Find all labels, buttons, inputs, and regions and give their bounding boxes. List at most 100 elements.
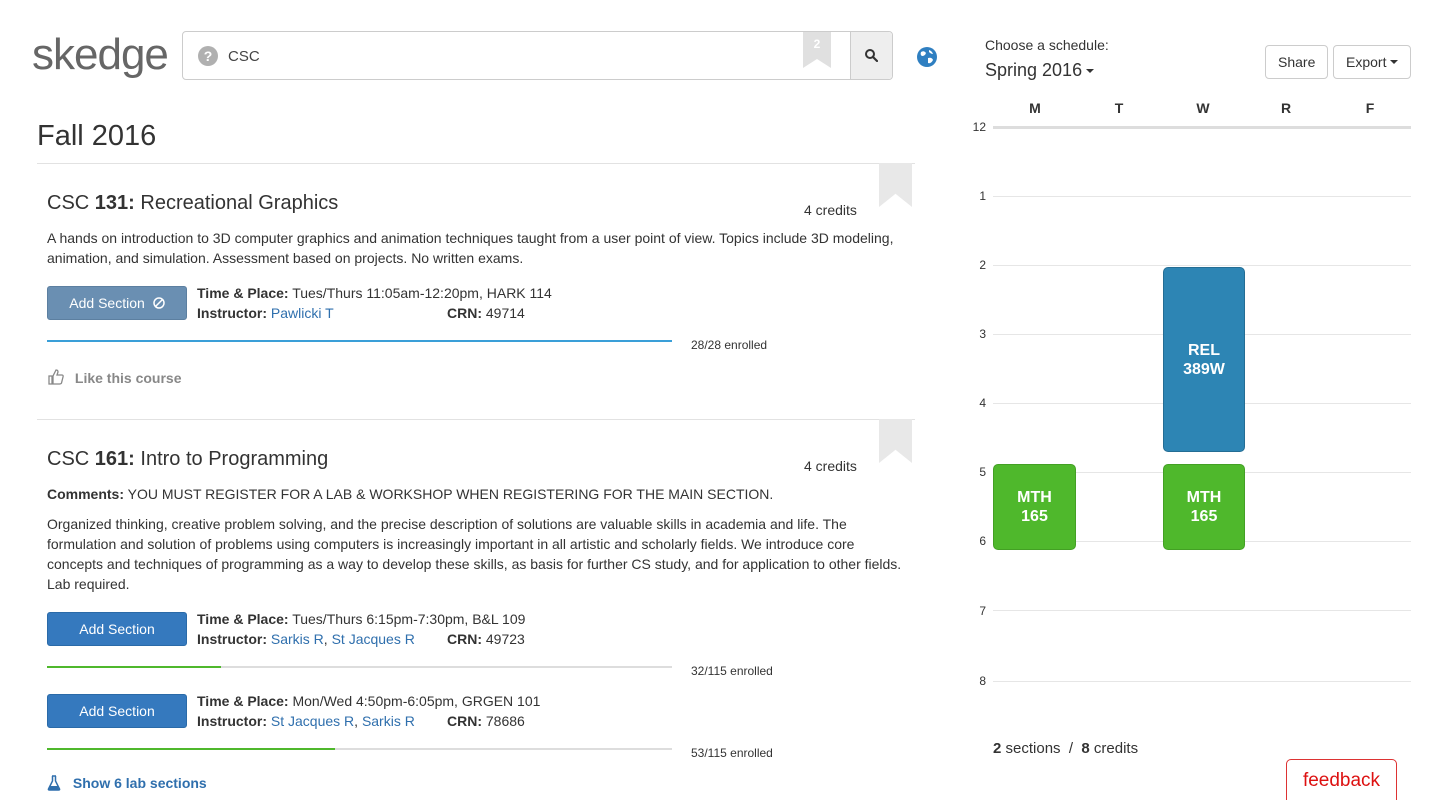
bookmark-course-icon[interactable] (879, 163, 912, 207)
semester-heading: Fall 2016 (37, 120, 157, 152)
hour-label: 6 (979, 534, 986, 548)
export-label: Export (1346, 54, 1387, 70)
credits-count: 8 (1081, 740, 1090, 757)
help-icon[interactable]: ? (198, 46, 218, 66)
time-label: Time & Place: (197, 611, 289, 627)
course-description: Organized thinking, creative problem sol… (47, 516, 902, 592)
divider (37, 163, 915, 164)
add-section-label: Add Section (69, 295, 145, 311)
globe-icon[interactable] (916, 46, 938, 68)
hour-label: 8 (979, 674, 986, 688)
section-info: Time & Place: Tues/Thurs 6:15pm-7:30pm, … (197, 611, 526, 647)
like-course-button[interactable]: Like this course (47, 368, 181, 386)
bookmark-icon[interactable]: 2 (803, 32, 831, 68)
block-course-dept: MTH (1017, 489, 1052, 506)
time-label: Time & Place: (197, 285, 289, 301)
schedule-selected: Spring 2016 (985, 60, 1083, 80)
feedback-button[interactable]: feedback (1286, 759, 1397, 800)
export-button[interactable]: Export (1333, 45, 1412, 79)
schedule-totals: 2 sections / 8 credits (993, 740, 1138, 757)
crn-label: CRN: (447, 631, 482, 647)
schedule-dropdown[interactable]: Spring 2016 (985, 60, 1095, 81)
hour-label: 4 (979, 396, 986, 410)
course-comments: Comments: YOU MUST REGISTER FOR A LAB & … (47, 484, 907, 504)
day-header: W (1196, 100, 1210, 116)
sections-label: sections (1005, 740, 1061, 757)
block-course-number: 389W (1183, 360, 1225, 378)
search-icon (865, 49, 878, 62)
choose-schedule-label: Choose a schedule: (985, 37, 1109, 53)
time-place: Tues/Thurs 6:15pm-7:30pm, B&L 109 (292, 611, 526, 627)
instructor-link[interactable]: Sarkis R (362, 713, 415, 729)
block-course-dept: REL (1188, 341, 1220, 359)
hour-label: 7 (979, 604, 986, 618)
crn-value: 78686 (485, 713, 525, 729)
schedule-block-mth-165[interactable]: MTH 165 (993, 464, 1076, 550)
search-button[interactable] (850, 32, 892, 79)
search-bar[interactable]: ? CSC 2 (182, 31, 893, 80)
grid-line (993, 681, 1411, 682)
caret-down-icon (1086, 69, 1095, 73)
day-header: R (1280, 100, 1292, 116)
crn-label: CRN: (447, 713, 482, 729)
hour-label: 2 (979, 258, 986, 272)
credits-label: credits (1093, 740, 1139, 757)
time-label: Time & Place: (197, 693, 289, 709)
like-label: Like this course (74, 370, 182, 386)
blocked-icon (152, 297, 165, 309)
instructor-label: Instructor: (197, 713, 267, 729)
bookmark-count: 2 (813, 37, 821, 51)
add-section-button[interactable]: Add Section (47, 694, 187, 728)
crn-value: 49723 (485, 631, 525, 647)
show-lab-sections-link[interactable]: Show 6 lab sections (47, 775, 207, 791)
instructor-label: Instructor: (197, 305, 267, 321)
hour-label: 12 (972, 120, 986, 134)
schedule-block-mth-165[interactable]: MTH 165 (1163, 464, 1245, 550)
share-button[interactable]: Share (1265, 45, 1329, 79)
bookmark-course-icon[interactable] (879, 419, 912, 463)
grid-line (993, 610, 1411, 611)
time-place: Tues/Thurs 11:05am-12:20pm, HARK 114 (292, 285, 552, 301)
hour-label: 1 (979, 189, 986, 203)
time-place: Mon/Wed 4:50pm-6:05pm, GRGEN 101 (292, 693, 541, 709)
divider (37, 419, 915, 420)
enrollment-bar (47, 666, 672, 668)
course-dept: CSC (47, 192, 90, 214)
thumbs-up-icon (48, 369, 64, 385)
add-section-button[interactable]: Add Section (47, 612, 187, 646)
hour-label: 3 (979, 327, 986, 341)
course-credits: 4 credits (804, 202, 857, 218)
enrollment-bar (47, 340, 672, 342)
show-labs-label: Show 6 lab sections (72, 775, 207, 791)
sections-count: 2 (993, 740, 1002, 757)
grid-line (993, 265, 1411, 266)
enrollment-count: 53/115 enrolled (691, 746, 773, 760)
enrollment-fill (47, 340, 672, 342)
course-dept: CSC (47, 448, 90, 470)
comments-label: Comments: (47, 486, 125, 502)
crn-label: CRN: (447, 305, 482, 321)
section-info: Time & Place: Mon/Wed 4:50pm-6:05pm, GRG… (197, 693, 541, 729)
course-name: Recreational Graphics (140, 192, 339, 214)
course-title: CSC 131: Recreational Graphics (47, 192, 338, 215)
flask-icon (47, 775, 61, 791)
schedule-block-rel-389w[interactable]: REL 389W (1163, 267, 1245, 452)
course-credits: 4 credits (804, 458, 857, 474)
instructor-link[interactable]: Pawlicki T (271, 305, 334, 321)
day-header: M (1029, 100, 1041, 116)
caret-down-icon (1390, 60, 1399, 64)
hour-label: 5 (979, 465, 986, 479)
course-name: Intro to Programming (140, 448, 329, 470)
enrollment-fill (47, 666, 221, 668)
comments-text: YOU MUST REGISTER FOR A LAB & WORKSHOP W… (127, 486, 774, 502)
crn-value: 49714 (485, 305, 525, 321)
add-section-button[interactable]: Add Section (47, 286, 187, 320)
search-input[interactable]: CSC (228, 48, 260, 65)
instructor-link[interactable]: St Jacques R (271, 713, 354, 729)
instructor-link[interactable]: St Jacques R (332, 631, 415, 647)
course-number: 161: (94, 448, 135, 470)
instructor-link[interactable]: Sarkis R (271, 631, 324, 647)
instructor-label: Instructor: (197, 631, 267, 647)
totals-separator: / (1068, 740, 1074, 757)
app-logo[interactable]: skedge (32, 30, 169, 80)
